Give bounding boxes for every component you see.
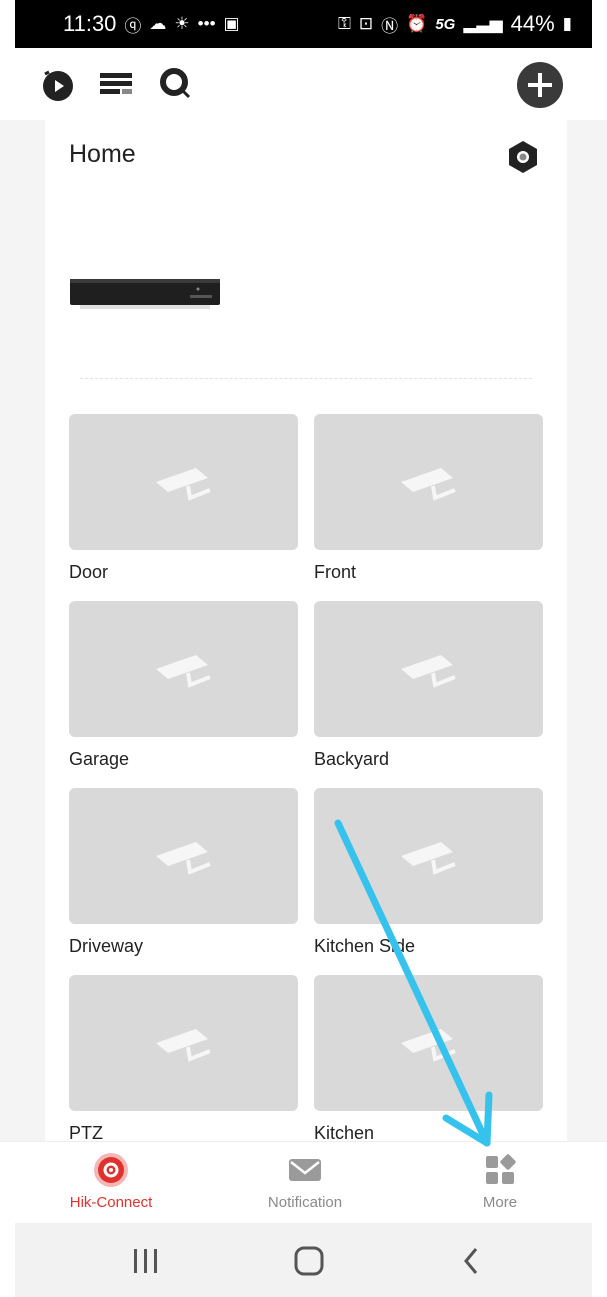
tab-label: Hik-Connect [69, 1194, 153, 1211]
lock-icon: ⊡ [358, 14, 374, 33]
system-navigation-bar [15, 1223, 592, 1297]
camera-thumbnail[interactable] [69, 601, 298, 737]
camera-name[interactable]: Kitchen [314, 1123, 374, 1141]
add-button[interactable] [517, 62, 563, 108]
tab-notification[interactable]: Notification [235, 1152, 375, 1211]
brightness-icon: ☀ [174, 14, 190, 33]
recents-icon[interactable] [126, 1245, 166, 1277]
status-time: 11:30 [63, 11, 117, 36]
tab-label: More [482, 1194, 518, 1211]
signal-icon: ▂▃▅ [463, 14, 503, 33]
camera-name[interactable]: Front [314, 562, 356, 583]
site-card: Home Door Front Garage Backyard Driveway… [45, 120, 567, 1141]
camera-name[interactable]: Door [69, 562, 108, 583]
battery-level: 44% [510, 11, 555, 36]
nfc-icon: Ⓝ [381, 16, 399, 36]
battery-icon: ▮ [562, 14, 572, 33]
dots-icon: ••• [197, 14, 216, 33]
play-history-icon[interactable] [40, 66, 76, 102]
envelope-icon [289, 1159, 321, 1181]
divider [80, 378, 532, 379]
camera-thumbnail[interactable] [314, 414, 543, 550]
add-icon [517, 62, 563, 108]
site-title: Home [69, 140, 136, 168]
back-icon[interactable] [452, 1245, 492, 1277]
cloud-icon: ☁ [149, 14, 167, 33]
camera-thumbnail[interactable] [69, 414, 298, 550]
tab-hik-connect[interactable]: Hik-Connect [41, 1152, 181, 1211]
hik-connect-icon [94, 1153, 128, 1187]
camera-placeholder-icon [155, 1029, 211, 1062]
qb-icon: ⓠ [124, 16, 142, 36]
camera-thumbnail[interactable] [314, 601, 543, 737]
alarm-icon: ⏰ [406, 14, 428, 33]
camera-name[interactable]: PTZ [69, 1123, 103, 1141]
camera-placeholder-icon [155, 655, 211, 688]
camera-placeholder-icon [400, 655, 456, 688]
camera-name[interactable]: Kitchen Side [314, 936, 415, 957]
camera-thumbnail[interactable] [69, 975, 298, 1111]
key-icon: ⚿ [337, 14, 351, 33]
hex-settings-icon [509, 141, 537, 173]
site-settings-button[interactable] [507, 140, 539, 174]
status-bar: 11:30 ⓠ ☁ ☀ ••• ▣ ⚿ ⊡ Ⓝ ⏰ 5G ▂▃▅ 44% ▮ [15, 0, 592, 48]
camera-placeholder-icon [155, 842, 211, 875]
top-toolbar [0, 48, 607, 120]
nvr-device-icon[interactable] [70, 275, 220, 311]
camera-placeholder-icon [155, 468, 211, 501]
camera-thumbnail[interactable] [314, 788, 543, 924]
list-view-icon[interactable] [98, 66, 134, 102]
tab-label: Notification [267, 1194, 343, 1211]
bottom-navigation: Hik-Connect Notification More [0, 1141, 607, 1224]
camera-name[interactable]: Garage [69, 749, 129, 770]
search-icon[interactable] [158, 66, 194, 102]
tab-more[interactable]: More [430, 1152, 570, 1211]
camera-placeholder-icon [400, 842, 456, 875]
camera-placeholder-icon [400, 468, 456, 501]
home-icon[interactable] [289, 1245, 329, 1277]
camera-name[interactable]: Backyard [314, 749, 389, 770]
image-icon: ▣ [223, 14, 240, 33]
camera-name[interactable]: Driveway [69, 936, 143, 957]
camera-thumbnail[interactable] [314, 975, 543, 1111]
camera-thumbnail[interactable] [69, 788, 298, 924]
grid-more-icon [486, 1154, 516, 1184]
camera-placeholder-icon [400, 1029, 456, 1062]
network-type: 5G [435, 15, 456, 33]
